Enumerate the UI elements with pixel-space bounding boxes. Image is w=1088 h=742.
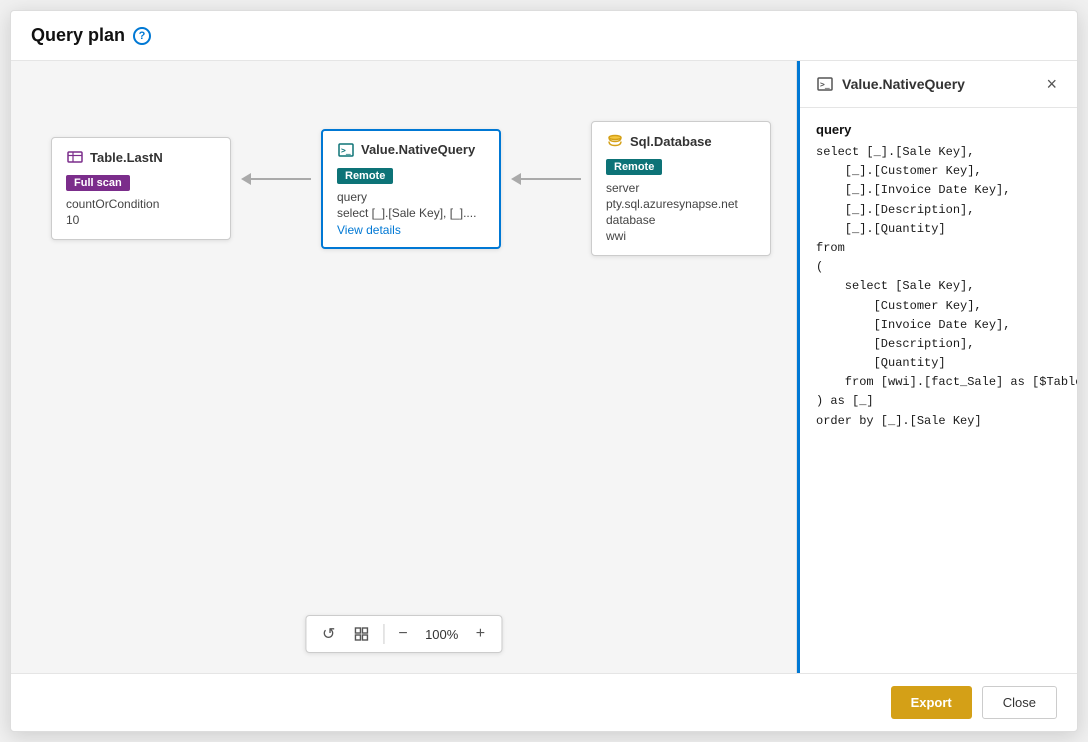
zoom-out-button[interactable]: − xyxy=(394,623,411,645)
panel-section-label: query xyxy=(816,122,1061,137)
close-button[interactable]: Close xyxy=(982,686,1057,719)
panel-body: query select [_].[Sale Key], [_].[Custom… xyxy=(800,108,1077,673)
modal-footer: Export Close xyxy=(11,673,1077,731)
arrow-2 xyxy=(501,173,591,185)
zoom-in-button[interactable]: + xyxy=(472,623,489,645)
badge-remote-sql: Remote xyxy=(606,159,662,175)
native-icon: >_ xyxy=(337,141,355,159)
reset-button[interactable]: ↺ xyxy=(318,622,339,646)
canvas-area[interactable]: Table.LastN Full scan countOrCondition 1… xyxy=(11,61,797,673)
export-button[interactable]: Export xyxy=(891,686,972,719)
panel-title: >_ Value.NativeQuery xyxy=(816,75,965,93)
node-sql-database-title: Sql.Database xyxy=(630,134,712,149)
zoom-label: 100% xyxy=(422,627,462,642)
node-table-lastn-header: Table.LastN xyxy=(66,148,216,166)
right-panel: >_ Value.NativeQuery × query select [_].… xyxy=(797,61,1077,673)
node-value-native-title: Value.NativeQuery xyxy=(361,142,475,157)
badge-full-scan: Full scan xyxy=(66,175,130,191)
fit-button[interactable] xyxy=(349,624,373,644)
modal-header: Query plan ? xyxy=(11,11,1077,61)
node-sql-database-body: server pty.sql.azuresynapse.net database… xyxy=(606,181,756,243)
modal-title: Query plan xyxy=(31,25,125,46)
node-value-native-header: >_ Value.NativeQuery xyxy=(337,141,485,159)
nodes-container: Table.LastN Full scan countOrCondition 1… xyxy=(51,121,771,256)
node-table-lastn-body: countOrCondition 10 xyxy=(66,197,216,227)
arrowhead-2 xyxy=(511,173,521,185)
svg-text:>_: >_ xyxy=(341,146,351,155)
database-icon xyxy=(606,132,624,150)
panel-native-icon: >_ xyxy=(816,75,834,93)
node-table-lastn-title: Table.LastN xyxy=(90,150,163,165)
query-plan-modal: Query plan ? xyxy=(10,10,1078,732)
arrow-line-2 xyxy=(521,178,581,180)
panel-title-text: Value.NativeQuery xyxy=(842,76,965,92)
canvas-toolbar: ↺ − 100% + xyxy=(305,615,502,653)
arrow-1 xyxy=(231,173,321,185)
svg-text:>_: >_ xyxy=(820,80,830,89)
node-value-native[interactable]: >_ Value.NativeQuery Remote query select… xyxy=(321,129,501,249)
query-code-block: select [_].[Sale Key], [_].[Customer Key… xyxy=(816,143,1061,431)
panel-header: >_ Value.NativeQuery × xyxy=(800,61,1077,108)
node-sql-database[interactable]: Sql.Database Remote server pty.sql.azure… xyxy=(591,121,771,256)
table-icon xyxy=(66,148,84,166)
panel-close-button[interactable]: × xyxy=(1042,73,1061,95)
badge-remote-native: Remote xyxy=(337,168,393,184)
node-sql-database-header: Sql.Database xyxy=(606,132,756,150)
help-icon[interactable]: ? xyxy=(133,27,151,45)
arrowhead-1 xyxy=(241,173,251,185)
toolbar-divider xyxy=(383,624,384,644)
arrow-line-1 xyxy=(251,178,311,180)
node-table-lastn[interactable]: Table.LastN Full scan countOrCondition 1… xyxy=(51,137,231,240)
modal-body: Table.LastN Full scan countOrCondition 1… xyxy=(11,61,1077,673)
view-details-link[interactable]: View details xyxy=(337,223,401,237)
node-value-native-body: query select [_].[Sale Key], [_].... xyxy=(337,190,485,220)
